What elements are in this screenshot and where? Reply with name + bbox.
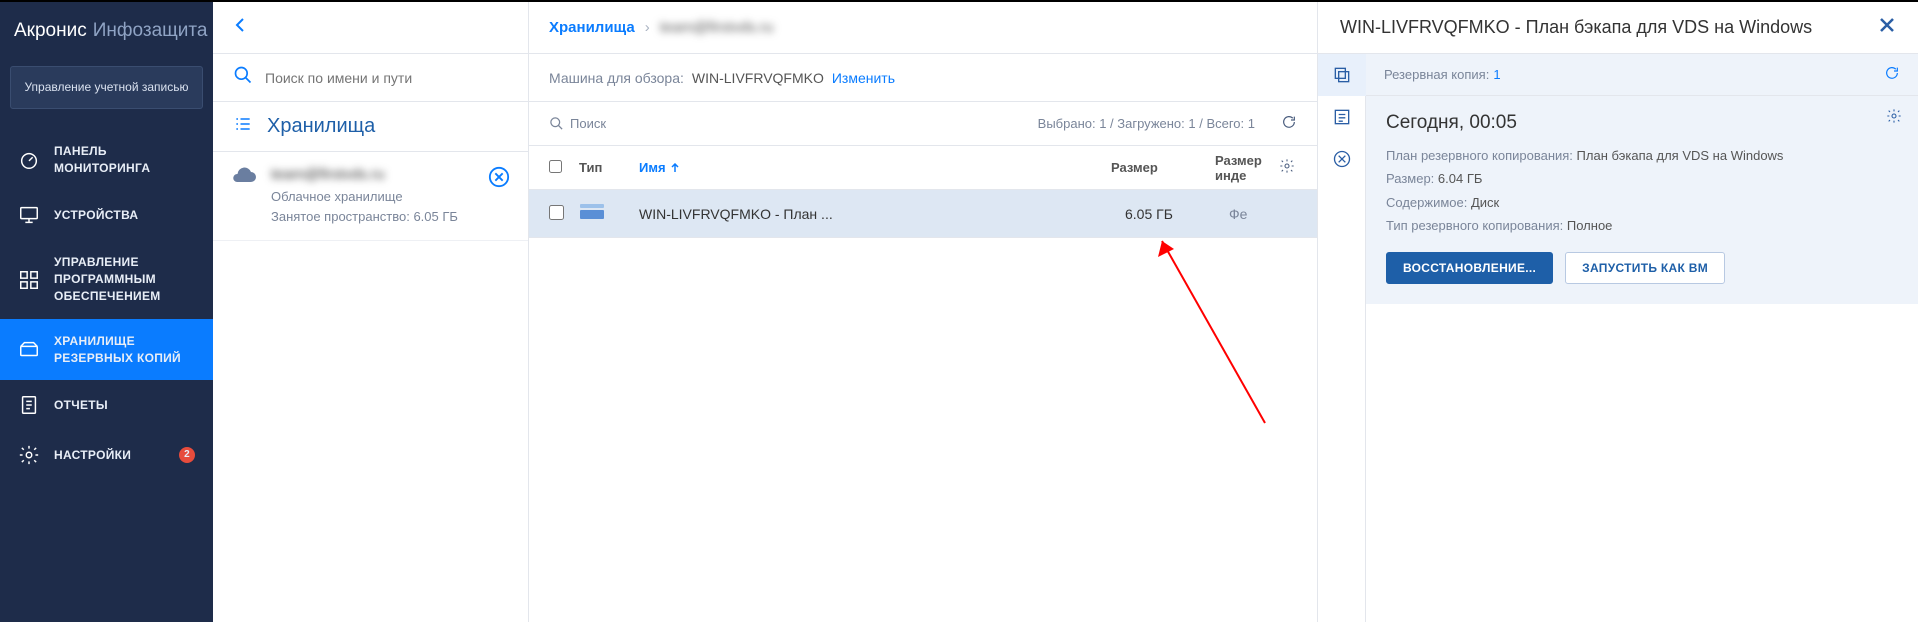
back-row <box>213 2 528 54</box>
side-icon-info[interactable] <box>1318 96 1366 138</box>
logo-sub: Инфозащита <box>93 20 208 42</box>
row-date: Фе <box>1229 206 1297 222</box>
side-icon-copies[interactable] <box>1318 54 1366 96</box>
run-as-vm-button[interactable]: ЗАПУСТИТЬ КАК ВМ <box>1565 252 1725 284</box>
rev-count: 1 <box>1493 67 1500 82</box>
th-name[interactable]: Имя <box>639 160 1097 175</box>
breadcrumb-current: team@firstvds.ru <box>660 19 774 36</box>
machine-label: Машина для обзора: <box>549 70 684 86</box>
breadcrumb: Хранилища › team@firstvds.ru <box>529 2 1317 54</box>
back-icon[interactable] <box>233 15 247 40</box>
search-icon <box>233 65 253 90</box>
machine-change-link[interactable]: Изменить <box>832 70 895 86</box>
storage-icon <box>18 339 40 361</box>
row-size: 6.05 ГБ <box>1125 206 1215 222</box>
table-row[interactable]: WIN-LIVFRVQFMKO - План ... 6.05 ГБ Фе <box>529 190 1317 238</box>
nav-monitoring[interactable]: ПАНЕЛЬ МОНИТОРИНГА <box>0 129 213 191</box>
th-checkbox[interactable] <box>549 160 565 176</box>
nav-devices[interactable]: УСТРОЙСТВА <box>0 190 213 240</box>
account-button[interactable]: Управление учетной записью <box>10 66 203 109</box>
gear-icon <box>18 444 40 466</box>
monitor-icon <box>18 204 40 226</box>
search-row <box>213 54 528 102</box>
breadcrumb-root[interactable]: Хранилища <box>549 19 635 36</box>
backup-meta: План резервного копирования: План бэкапа… <box>1386 144 1898 238</box>
search-input[interactable] <box>265 70 508 86</box>
nav-label: ХРАНИЛИЩЕ РЕЗЕРВНЫХ КОПИЙ <box>54 333 195 367</box>
rev-refresh-icon[interactable] <box>1884 65 1900 84</box>
apps-icon <box>18 269 40 291</box>
nav-label: ОТЧЕТЫ <box>54 397 108 414</box>
details-panel: WIN-LIVFRVQFMKO - План бэкапа для VDS на… <box>1318 2 1918 622</box>
panel-header: WIN-LIVFRVQFMKO - План бэкапа для VDS на… <box>1318 2 1918 54</box>
nav-reports[interactable]: ОТЧЕТЫ <box>0 380 213 430</box>
th-index[interactable]: Размер инде <box>1215 153 1265 183</box>
storage-item-space: Занятое пространство: 6.05 ГБ <box>271 207 474 227</box>
nav-settings[interactable]: НАСТРОЙКИ 2 <box>0 430 213 480</box>
storage-title-row: Хранилища <box>213 102 528 152</box>
machine-value: WIN-LIVFRVQFMKO <box>692 70 824 86</box>
nav-software[interactable]: УПРАВЛЕНИЕ ПРОГРАММНЫМ ОБЕСПЕЧЕНИЕМ <box>0 240 213 318</box>
dashboard-icon <box>18 149 40 171</box>
backup-time: Сегодня, 00:05 <box>1386 112 1898 134</box>
th-type[interactable]: Тип <box>579 160 625 175</box>
row-name: WIN-LIVFRVQFMKO - План ... <box>639 206 1111 222</box>
main-column: Хранилища › team@firstvds.ru Машина для … <box>529 2 1318 622</box>
panel-side-icons <box>1318 54 1366 622</box>
refresh-icon[interactable] <box>1281 114 1297 133</box>
rev-label: Резервная копия: <box>1384 67 1489 82</box>
clipboard-icon <box>18 394 40 416</box>
nav-label: УСТРОЙСТВА <box>54 207 138 224</box>
logo-main: Акронис <box>14 20 87 42</box>
th-size[interactable]: Размер <box>1111 160 1201 175</box>
nav-label: НАСТРОЙКИ <box>54 447 131 464</box>
list-icon <box>233 114 253 139</box>
storage-item-title: team@firstvds.ru <box>271 166 474 183</box>
storage-item-type: Облачное хранилище <box>271 187 474 207</box>
backup-gear-icon[interactable] <box>1886 108 1902 129</box>
disk-icon <box>579 202 625 225</box>
nav-label: ПАНЕЛЬ МОНИТОРИНГА <box>54 143 195 177</box>
table-header: Тип Имя Размер Размер инде <box>529 146 1317 190</box>
nav-backup-storage[interactable]: ХРАНИЛИЩЕ РЕЗЕРВНЫХ КОПИЙ <box>0 319 213 381</box>
revisions-header: Резервная копия: 1 <box>1366 54 1918 96</box>
filter-stats: Выбрано: 1 / Загружено: 1 / Всего: 1 <box>1038 116 1255 131</box>
filter-search[interactable]: Поиск <box>549 116 606 131</box>
restore-button[interactable]: ВОССТАНОВЛЕНИЕ... <box>1386 252 1553 284</box>
columns-gear-icon[interactable] <box>1279 158 1297 177</box>
storage-title: Хранилища <box>267 115 375 138</box>
close-icon[interactable] <box>488 166 510 193</box>
side-icon-delete[interactable] <box>1318 138 1366 180</box>
filter-row: Поиск Выбрано: 1 / Загружено: 1 / Всего:… <box>529 102 1317 146</box>
storage-item[interactable]: team@firstvds.ru Облачное хранилище Заня… <box>213 152 528 241</box>
backup-card[interactable]: Сегодня, 00:05 План резервного копирован… <box>1366 96 1918 304</box>
sidebar: Акронис Инфозащита Управление учетной за… <box>0 2 213 622</box>
storage-column: Хранилища team@firstvds.ru Облачное хран… <box>213 2 529 622</box>
machine-row: Машина для обзора: WIN-LIVFRVQFMKO Измен… <box>529 54 1317 102</box>
panel-close-icon[interactable] <box>1878 16 1896 39</box>
logo: Акронис Инфозащита <box>0 2 213 60</box>
settings-badge: 2 <box>179 447 195 463</box>
panel-title: WIN-LIVFRVQFMKO - План бэкапа для VDS на… <box>1340 17 1878 38</box>
nav-label: УПРАВЛЕНИЕ ПРОГРАММНЫМ ОБЕСПЕЧЕНИЕМ <box>54 254 195 304</box>
breadcrumb-sep: › <box>645 19 650 36</box>
cloud-icon <box>231 166 257 191</box>
row-checkbox[interactable] <box>549 205 565 223</box>
